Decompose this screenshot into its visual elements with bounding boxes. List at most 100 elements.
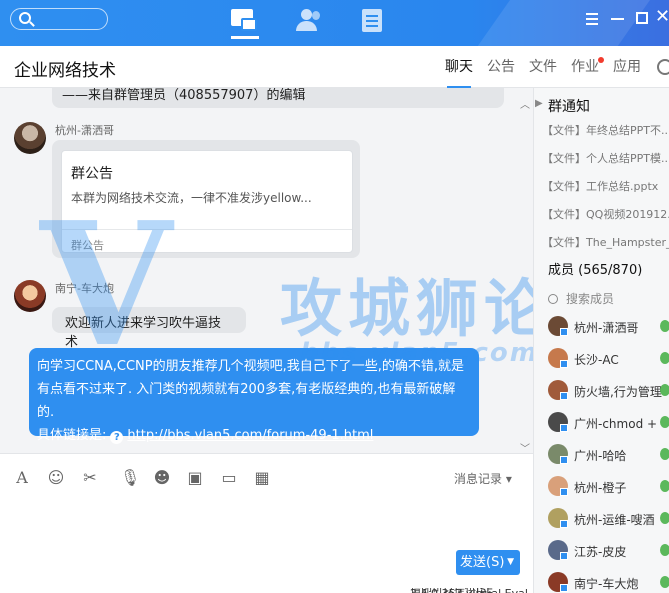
search-box[interactable]	[10, 8, 108, 30]
send-label: 发送(S)	[460, 555, 505, 570]
tab-chat[interactable]: 聊天	[445, 46, 473, 88]
minimize-icon[interactable]	[611, 18, 624, 20]
member-search-placeholder: 搜索成员	[566, 292, 615, 306]
file-list-item[interactable]: 【文件】年终总结PPT不...	[542, 122, 669, 138]
member-name: 防火墙,行为管理	[574, 385, 662, 399]
title-bar: ✕	[0, 0, 669, 46]
unread-dot	[598, 57, 604, 63]
message-line: 有点看不过来了. 入门类的视频就有200多套,有老版经典的,也有最新破解的.	[37, 382, 456, 420]
member-status-icon	[660, 480, 669, 492]
image-icon[interactable]: ▣	[185, 468, 205, 488]
scroll-down-icon[interactable]: ﹀	[520, 440, 530, 453]
notice-section-title: 群通知	[548, 99, 590, 115]
chevron-down-icon: ▾	[505, 472, 512, 486]
collapse-panel-icon[interactable]: ▶	[535, 98, 543, 109]
member-item[interactable]: 南宁-车大炮	[548, 572, 669, 593]
send-options-chevron-icon[interactable]: ▼	[507, 550, 514, 575]
emoji-icon[interactable]: ☺	[46, 468, 66, 488]
role-badge-icon	[560, 328, 568, 336]
member-search-input[interactable]: 搜索成员	[548, 290, 614, 307]
group-title: 企业网络技术	[14, 61, 116, 81]
role-badge-icon	[560, 392, 568, 400]
file-list-item[interactable]: 【文件】QQ视频201912...	[542, 206, 669, 222]
role-badge-icon	[560, 488, 568, 496]
member-item[interactable]: 杭州-运维-嗖酒	[548, 508, 669, 530]
send-button[interactable]: 发送(S) ▼	[456, 550, 520, 575]
member-status-icon	[660, 416, 669, 428]
role-badge-icon	[560, 552, 568, 560]
tab-files[interactable]: 文件	[529, 46, 557, 88]
file-list-item[interactable]: 【文件】工作总结.pptx	[542, 178, 658, 194]
more-apps-icon[interactable]: ▦	[252, 468, 272, 488]
folder-icon[interactable]: ▭	[219, 468, 239, 488]
message-history-button[interactable]: 消息记录 ▾	[454, 470, 512, 487]
member-name: 江苏-皮皮	[574, 545, 627, 559]
tab-notice[interactable]: 公告	[487, 46, 515, 88]
question-icon: ?	[110, 431, 124, 444]
chat-nav-icon[interactable]	[231, 9, 259, 39]
avatar[interactable]	[14, 280, 46, 312]
maximize-icon[interactable]	[636, 12, 648, 24]
tab-homework[interactable]: 作业	[571, 46, 604, 88]
member-item[interactable]: 广州-chmod +	[548, 412, 669, 434]
role-badge-icon	[560, 584, 568, 592]
notice-card[interactable]: 群公告 本群为网络技术交流，一律不准发涉yellow... 群公告	[61, 150, 353, 253]
input-area[interactable]: A ☺ ✂ 🎙︎ ☻ ▣ ▭ ▦ 消息记录 ▾ 发送(S) ▼	[0, 453, 533, 593]
member-status-icon	[660, 544, 669, 556]
notice-message-bubble[interactable]: 群公告 本群为网络技术交流，一律不准发涉yellow... 群公告	[52, 140, 360, 258]
search-icon	[548, 294, 558, 304]
contacts-nav-icon[interactable]	[296, 9, 324, 33]
message-bubble: 欢迎新人进来学习吹牛逼技术	[52, 307, 246, 350]
search-icon	[19, 12, 31, 24]
message-line: 具体链接是:? http://bbs.vlan5.com/forum-49-1.h…	[37, 424, 471, 447]
notice-card-footer: 群公告	[71, 239, 104, 252]
member-name: 广州-chmod +	[574, 417, 658, 431]
member-item[interactable]: 防火墙,行为管理	[548, 380, 669, 402]
my-message-bubble: 向学习CCNA,CCNP的朋友推荐几个视频吧,我自己下了一些,的确不错,就是 有…	[29, 348, 479, 444]
file-list-item[interactable]: 【文件】The_Hampster_...	[542, 234, 669, 250]
member-name: 杭州-橙子	[574, 481, 627, 495]
role-badge-icon	[560, 424, 568, 432]
documents-nav-icon[interactable]	[362, 9, 390, 33]
member-item[interactable]: 杭州-橙子	[548, 476, 669, 498]
menu-icon[interactable]	[586, 10, 598, 28]
member-status-icon	[660, 512, 669, 524]
member-status-icon	[660, 448, 669, 460]
background-window-text: 请即可以提供ISE 2.4.0.357 virtual Eval e	[410, 588, 533, 593]
member-item[interactable]: 江苏-皮皮	[548, 540, 669, 562]
file-list-item[interactable]: 【文件】个人总结PPT模...	[542, 150, 669, 166]
member-name: 南宁-车大炮	[574, 577, 639, 591]
member-name: 杭州-潇洒哥	[574, 321, 639, 335]
scroll-up-icon[interactable]: ︿	[520, 96, 530, 111]
settings-gear-icon[interactable]	[657, 59, 669, 75]
member-status-icon	[660, 352, 669, 364]
message-line: 向学习CCNA,CCNP的朋友推荐几个视频吧,我自己下了一些,的确不错,就是	[37, 359, 465, 374]
role-badge-icon	[560, 520, 568, 528]
member-status-icon	[660, 320, 669, 332]
tab-apps[interactable]: 应用	[613, 46, 641, 88]
notice-card-body: 本群为网络技术交流，一律不准发涉yellow...	[71, 191, 312, 205]
header-tabs: 聊天 公告 文件 作业 应用	[445, 46, 655, 88]
member-item[interactable]: 长沙-AC	[548, 348, 669, 370]
forum-link[interactable]: http://bbs.vlan5.com/forum-49-1.html	[127, 428, 373, 443]
chat-message-area[interactable]: ——来自群管理员（408557907）的编辑 ︿ 杭州-潇洒哥 群公告 本群为网…	[0, 88, 533, 453]
close-icon[interactable]: ✕	[655, 8, 669, 26]
member-status-icon	[660, 384, 669, 396]
member-name: 杭州-运维-嗖酒	[574, 513, 655, 527]
member-item[interactable]: 杭州-潇洒哥	[548, 316, 669, 338]
sticker-icon[interactable]: ☻	[152, 468, 172, 488]
member-item[interactable]: 广州-哈哈	[548, 444, 669, 466]
tab-homework-label: 作业	[571, 59, 599, 75]
font-icon[interactable]: A	[12, 468, 32, 488]
member-name: 广州-哈哈	[574, 449, 627, 463]
avatar[interactable]	[14, 122, 46, 154]
microphone-icon[interactable]: 🎙︎	[120, 468, 140, 488]
title-bar-decoration	[460, 0, 658, 46]
sender-name[interactable]: 南宁-车大炮	[55, 280, 114, 296]
member-status-icon	[660, 576, 669, 588]
screenshot-scissors-icon[interactable]: ✂	[80, 468, 100, 488]
chat-header: 企业网络技术 聊天 公告 文件 作业 应用	[0, 46, 669, 88]
role-badge-icon	[560, 456, 568, 464]
sender-name[interactable]: 杭州-潇洒哥	[55, 122, 114, 138]
history-label: 消息记录	[454, 472, 503, 486]
